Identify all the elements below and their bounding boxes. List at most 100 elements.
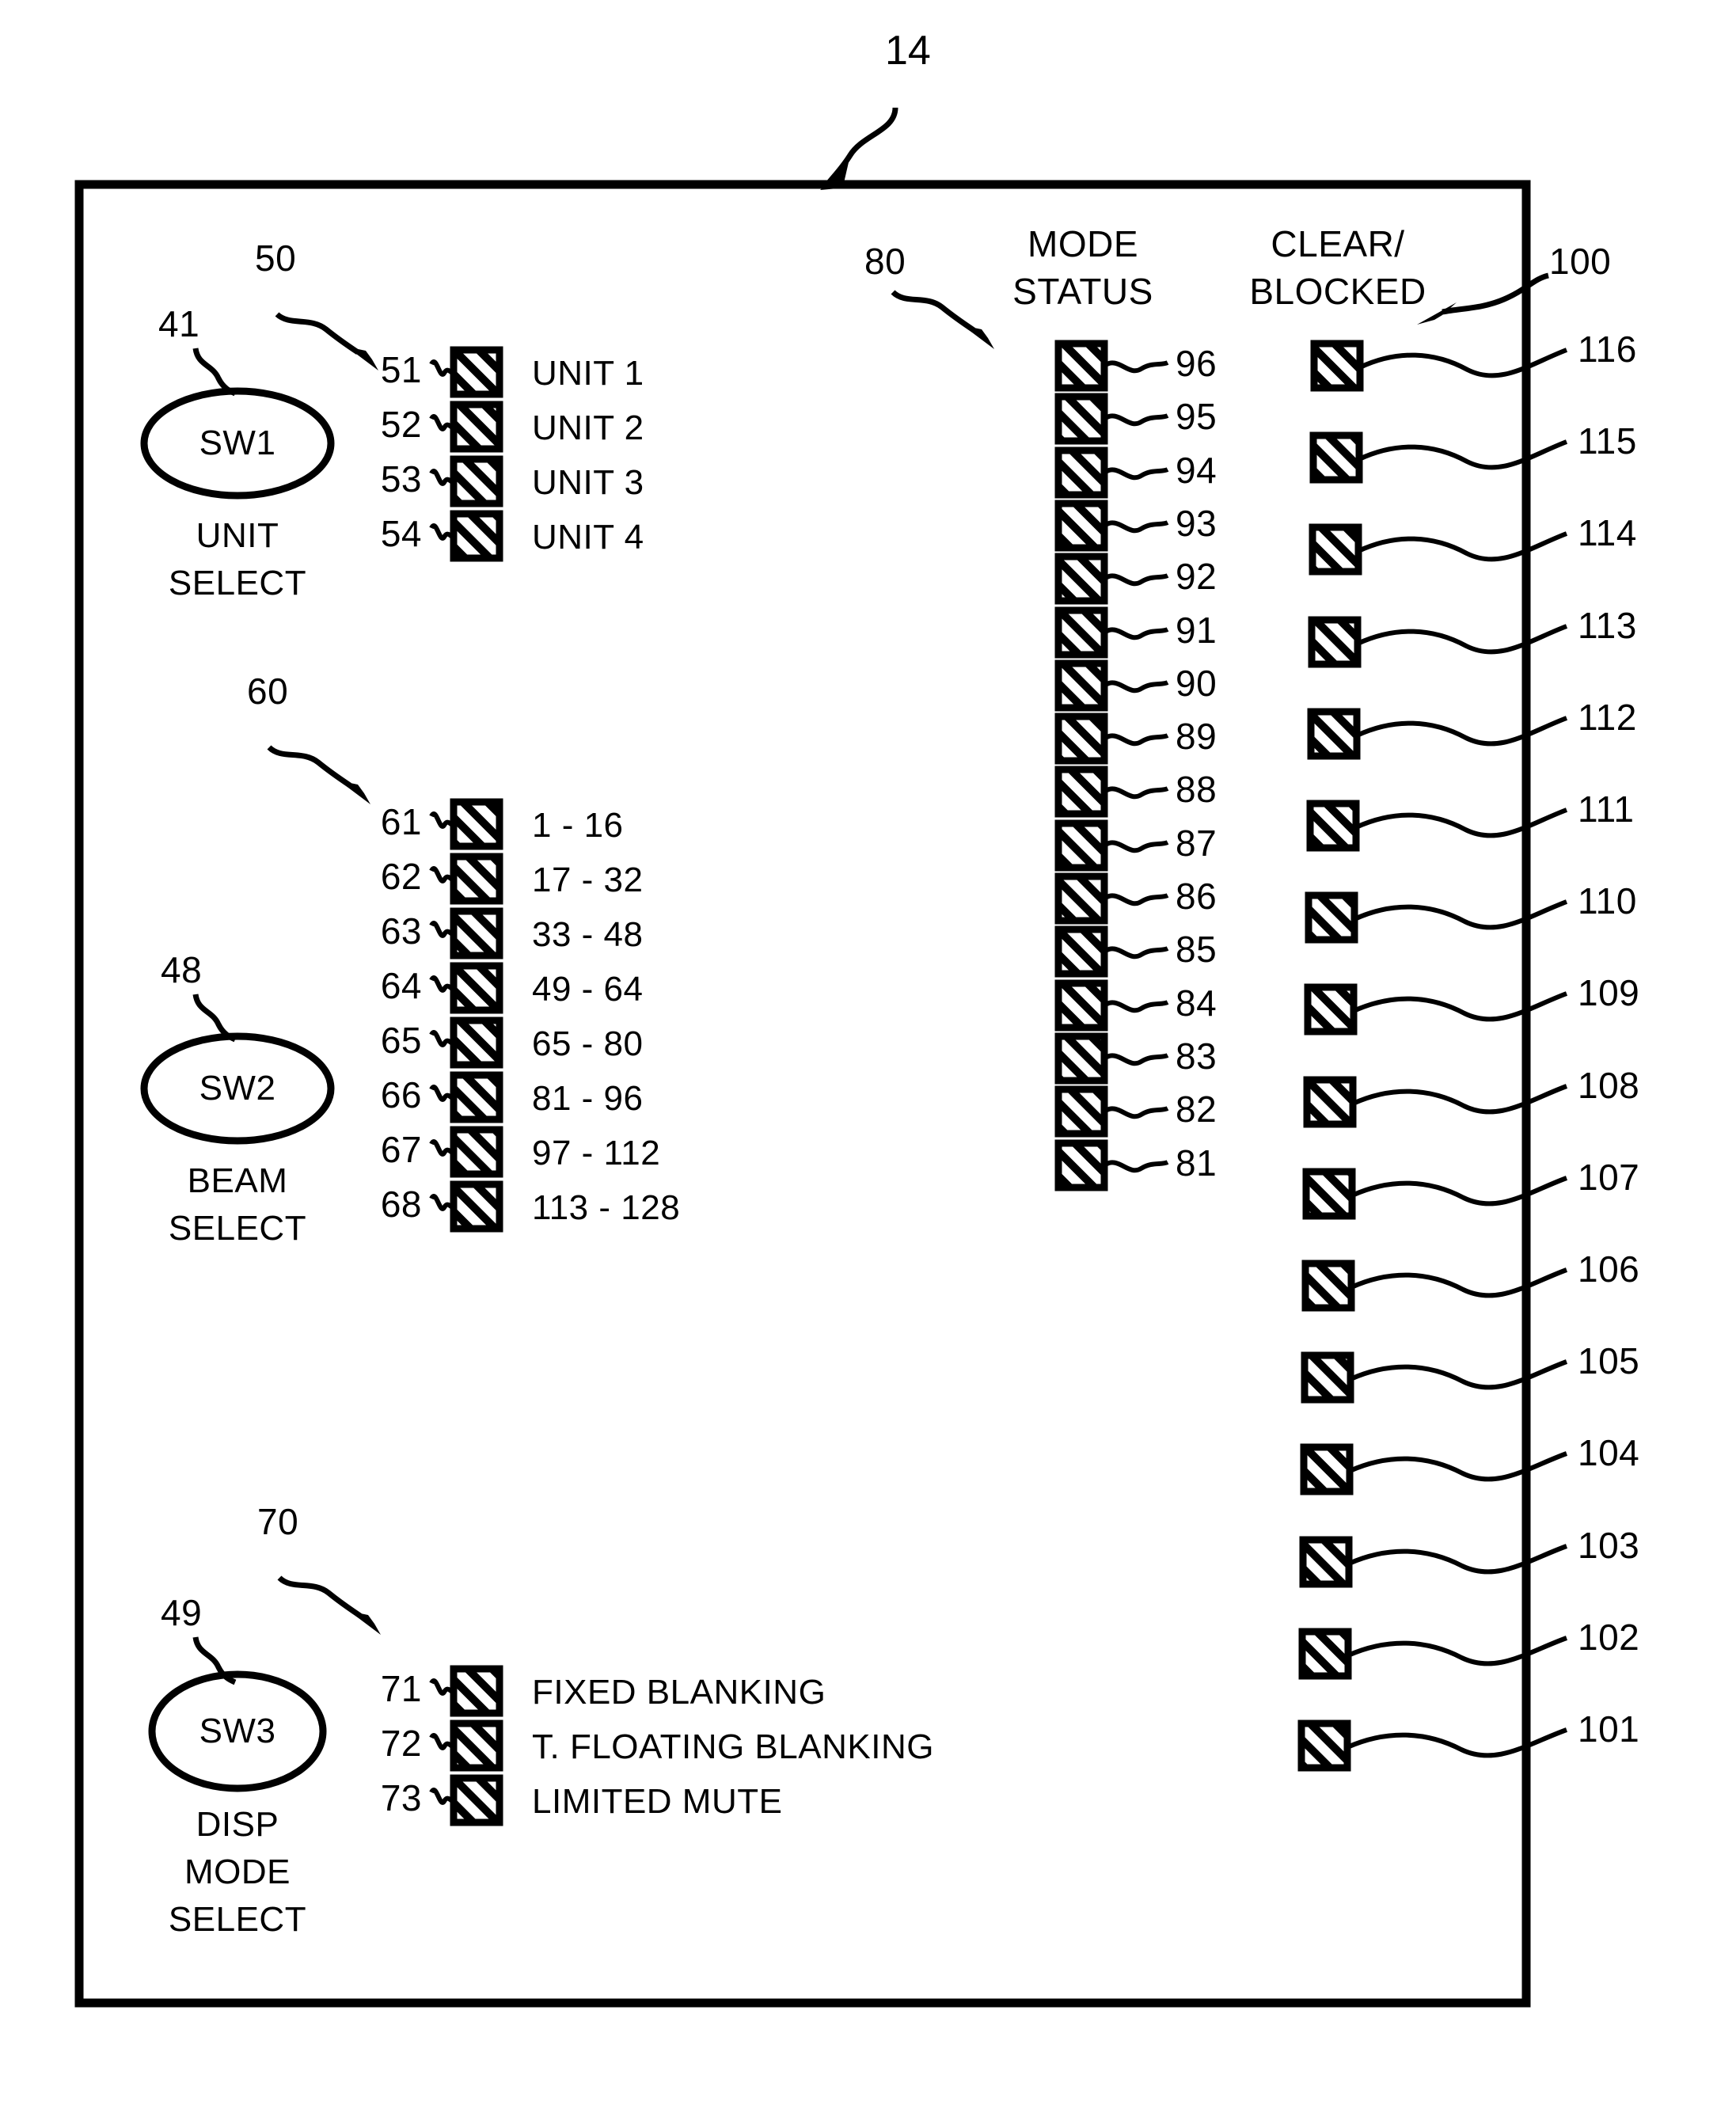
row-label-66: 81 - 96 bbox=[532, 1079, 644, 1118]
ref-73: 73 bbox=[380, 1777, 422, 1818]
mode-status-box-83[interactable] bbox=[1054, 1032, 1108, 1085]
ref-96: 96 bbox=[1176, 343, 1217, 384]
indicator-box-72[interactable] bbox=[450, 1720, 503, 1772]
clear-blocked-box-109[interactable] bbox=[1304, 983, 1358, 1036]
clear-blocked-box-111[interactable] bbox=[1306, 800, 1360, 852]
indicator-box-66[interactable] bbox=[450, 1071, 503, 1123]
indicator-box-52[interactable] bbox=[450, 401, 503, 453]
indicator-leaders bbox=[429, 348, 1568, 1805]
indicator-box-53[interactable] bbox=[450, 455, 503, 507]
leader-85 bbox=[1103, 946, 1169, 960]
ref-91: 91 bbox=[1176, 610, 1217, 651]
mode-status-box-84[interactable] bbox=[1054, 979, 1108, 1032]
sw1-label: SW1 bbox=[199, 424, 276, 462]
ref-115: 115 bbox=[1578, 420, 1637, 462]
row-label-62: 17 - 32 bbox=[532, 861, 644, 899]
indicator-box-68[interactable] bbox=[450, 1180, 503, 1233]
sw3-sublabel-line2: MODE bbox=[184, 1852, 291, 1891]
mode-status-box-93[interactable] bbox=[1054, 500, 1108, 552]
clear-blocked-box-103[interactable] bbox=[1299, 1536, 1353, 1588]
mode-status-box-92[interactable] bbox=[1054, 553, 1108, 605]
clear-blocked-box-113[interactable] bbox=[1308, 616, 1362, 668]
indicator-box-71[interactable] bbox=[450, 1665, 503, 1717]
mode-status-box-87[interactable] bbox=[1054, 819, 1108, 872]
leader-103 bbox=[1347, 1544, 1568, 1575]
clear-blocked-box-106[interactable] bbox=[1301, 1260, 1355, 1312]
clear-blocked-box-108[interactable] bbox=[1303, 1076, 1357, 1128]
ref-72: 72 bbox=[380, 1723, 422, 1764]
sw2-sublabel-line1: BEAM bbox=[187, 1161, 288, 1200]
ref-105: 105 bbox=[1578, 1340, 1640, 1381]
ref-116: 116 bbox=[1578, 329, 1637, 370]
leader-14 bbox=[826, 107, 898, 186]
clear-blocked-box-114[interactable] bbox=[1309, 523, 1362, 576]
mode-status-box-94[interactable] bbox=[1054, 446, 1108, 499]
mode-status-box-90[interactable] bbox=[1054, 659, 1108, 712]
indicator-box-61[interactable] bbox=[450, 798, 503, 850]
clear-blocked-box-116[interactable] bbox=[1310, 340, 1364, 392]
ref-82: 82 bbox=[1176, 1089, 1217, 1130]
indicator-box-54[interactable] bbox=[450, 510, 503, 562]
leader-96 bbox=[1103, 360, 1169, 374]
indicator-box-64[interactable] bbox=[450, 962, 503, 1014]
ref-83: 83 bbox=[1176, 1036, 1217, 1077]
ref-112: 112 bbox=[1578, 697, 1637, 738]
leader-116 bbox=[1358, 348, 1568, 378]
ref-85: 85 bbox=[1176, 929, 1217, 970]
clear-blocked-box-115[interactable] bbox=[1309, 431, 1363, 484]
row-label-52: UNIT 2 bbox=[532, 408, 644, 447]
mode-status-box-96[interactable] bbox=[1054, 340, 1108, 392]
ref-103: 103 bbox=[1578, 1525, 1640, 1566]
ref-108: 108 bbox=[1578, 1065, 1640, 1106]
mode-status-box-91[interactable] bbox=[1054, 606, 1108, 659]
row-label-73: LIMITED MUTE bbox=[532, 1782, 783, 1821]
mode-status-box-81[interactable] bbox=[1054, 1139, 1108, 1191]
clear-blocked-box-112[interactable] bbox=[1307, 708, 1361, 760]
ref-62: 62 bbox=[380, 856, 422, 897]
arrowhead-80 bbox=[963, 325, 994, 349]
ref-92: 92 bbox=[1176, 556, 1217, 597]
indicator-box-73[interactable] bbox=[450, 1774, 503, 1826]
clear-blocked-box-110[interactable] bbox=[1305, 891, 1358, 944]
mode-status-box-95[interactable] bbox=[1054, 393, 1108, 445]
ref-90: 90 bbox=[1176, 663, 1217, 704]
indicator-box-65[interactable] bbox=[450, 1016, 503, 1069]
ref-53: 53 bbox=[380, 458, 422, 500]
ref-67: 67 bbox=[380, 1129, 422, 1170]
indicator-box-63[interactable] bbox=[450, 907, 503, 960]
leader-92 bbox=[1103, 573, 1169, 587]
sw2-label: SW2 bbox=[199, 1069, 276, 1108]
row-label-53: UNIT 3 bbox=[532, 463, 644, 502]
sw3-sublabel-line1: DISP bbox=[196, 1805, 279, 1844]
ref-88: 88 bbox=[1176, 769, 1217, 810]
ref-51: 51 bbox=[380, 349, 422, 390]
leader-108 bbox=[1351, 1084, 1568, 1115]
ref-110: 110 bbox=[1578, 880, 1637, 922]
indicator-box-62[interactable] bbox=[450, 853, 503, 905]
clear-blocked-box-102[interactable] bbox=[1298, 1628, 1352, 1680]
ref-86: 86 bbox=[1176, 876, 1217, 917]
ref-65: 65 bbox=[380, 1020, 422, 1061]
indicator-box-51[interactable] bbox=[450, 346, 503, 398]
mode-status-box-85[interactable] bbox=[1054, 925, 1108, 978]
indicator-box-67[interactable] bbox=[450, 1126, 503, 1178]
clear-blocked-box-105[interactable] bbox=[1301, 1351, 1354, 1404]
leader-89 bbox=[1103, 733, 1169, 747]
mode-status-box-88[interactable] bbox=[1054, 766, 1108, 818]
clear-blocked-header-line1: CLEAR/ bbox=[1271, 223, 1405, 264]
mode-status-box-86[interactable] bbox=[1054, 872, 1108, 925]
leader-111 bbox=[1354, 808, 1568, 838]
clear-blocked-box-104[interactable] bbox=[1300, 1443, 1354, 1495]
ref-52: 52 bbox=[380, 404, 422, 445]
ref-95: 95 bbox=[1176, 396, 1217, 437]
clear-blocked-box-107[interactable] bbox=[1302, 1168, 1356, 1220]
row-label-61: 1 - 16 bbox=[532, 806, 624, 845]
ref-100: 100 bbox=[1549, 241, 1612, 282]
mode-status-box-89[interactable] bbox=[1054, 712, 1108, 765]
mode-status-box-82[interactable] bbox=[1054, 1085, 1108, 1138]
leader-83 bbox=[1103, 1053, 1169, 1066]
clear-blocked-box-101[interactable] bbox=[1297, 1720, 1351, 1772]
leader-114 bbox=[1357, 531, 1568, 562]
figure-canvas: 14 41 SW1 UNIT SELECT 48 SW2 BEAM SELECT… bbox=[0, 0, 1736, 2109]
leader-104 bbox=[1348, 1451, 1568, 1482]
